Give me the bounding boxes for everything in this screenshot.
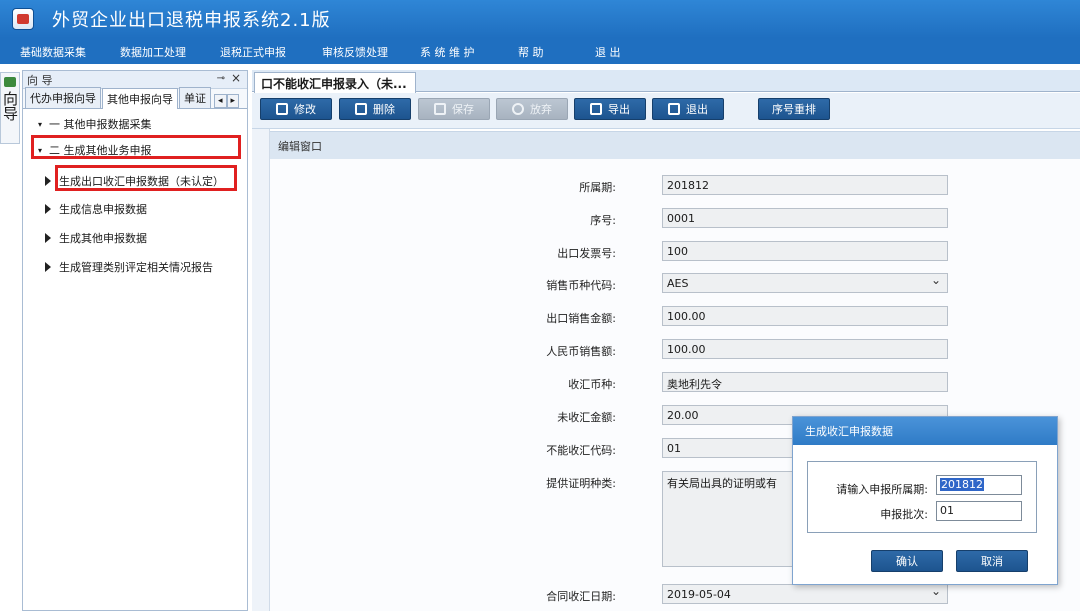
- trash-icon: [355, 103, 367, 115]
- highlight-box: [31, 135, 241, 159]
- edit-window-header: 编辑窗口: [270, 131, 1080, 159]
- guide-icon: [4, 77, 16, 87]
- edit-window-title: 编辑窗口: [278, 139, 322, 153]
- generate-receipt-dialog: 生成收汇申报数据 请输入申报所属期: 201812 申报批次: 01 确认 取消: [792, 416, 1058, 585]
- guide-side-tab-label: 向导: [1, 91, 19, 121]
- menu-bar: 基础数据采集 数据加工处理 退税正式申报 审核反馈处理 系 统 维 护 帮 助 …: [0, 38, 1080, 64]
- tab-scroll-right-icon[interactable]: ▸: [226, 94, 240, 108]
- period-field[interactable]: 201812: [662, 175, 948, 195]
- save-button-label: 保存: [452, 103, 474, 116]
- title-bar: 外贸企业出口退税申报系统2.1版: [0, 0, 1080, 38]
- export-amount-field[interactable]: 100.00: [662, 306, 948, 326]
- export-icon: [590, 103, 602, 115]
- edit-button-label: 修改: [294, 103, 316, 116]
- period-label: 所属期:: [579, 181, 616, 194]
- expand-triangle-icon: [45, 204, 51, 214]
- tree-node-label: 生成管理类别评定相关情况报告: [59, 261, 213, 274]
- edit-button[interactable]: 修改: [260, 98, 332, 120]
- app-title: 外贸企业出口退税申报系统2.1版: [52, 10, 331, 31]
- discard-button[interactable]: 放弃: [496, 98, 568, 120]
- exit-button-label: 退出: [686, 103, 708, 116]
- edit-icon: [276, 103, 288, 115]
- batch-label: 申报批次:: [880, 508, 928, 521]
- discard-button-label: 放弃: [530, 103, 552, 116]
- export-amount-label: 出口销售金额:: [546, 312, 616, 325]
- proof-type-label: 提供证明种类:: [546, 477, 616, 490]
- tab-documents[interactable]: 单证: [179, 87, 211, 108]
- batch-input[interactable]: 01: [936, 501, 1022, 521]
- exit-icon: [668, 103, 680, 115]
- export-button-label: 导出: [608, 103, 630, 116]
- guide-panel: 向 导 ⊸ × 代办申报向导 其他申报向导 单证 ◂ ▸ ▾ 一 其他申报数据采…: [22, 70, 248, 611]
- cancel-button[interactable]: 取消: [956, 550, 1028, 572]
- guide-tabs: 代办申报向导 其他申报向导 单证 ◂ ▸: [23, 87, 247, 109]
- serial-label: 序号:: [590, 214, 616, 227]
- document-tab-strip: 口不能收汇申报录入（未...: [252, 70, 1080, 93]
- app-logo-icon: [12, 8, 34, 30]
- menu-formal-declaration[interactable]: 退税正式申报: [220, 44, 286, 60]
- contract-date-select[interactable]: 2019-05-04: [662, 584, 948, 604]
- expand-triangle-icon: [45, 233, 51, 243]
- close-icon[interactable]: ×: [231, 71, 241, 85]
- tree-node-label: 一 其他申报数据采集: [49, 118, 152, 131]
- toolbar: 修改 删除 保存 放弃 导出 退出 序号重排: [252, 93, 1080, 129]
- contract-date-value: 2019-05-04: [667, 588, 731, 601]
- receipt-currency-field[interactable]: 奥地利先令: [662, 372, 948, 392]
- renumber-button-label: 序号重排: [772, 103, 816, 116]
- currency-code-label: 销售币种代码:: [546, 279, 616, 292]
- invoice-label: 出口发票号:: [557, 247, 616, 260]
- tab-agent-guide[interactable]: 代办申报向导: [25, 87, 101, 108]
- tab-unreceivable-entry[interactable]: 口不能收汇申报录入（未...: [254, 72, 416, 93]
- tree-node-label: 生成其他申报数据: [59, 232, 147, 245]
- contract-date-label: 合同收汇日期:: [546, 590, 616, 603]
- period-input[interactable]: 201812: [936, 475, 1022, 495]
- invoice-field[interactable]: 100: [662, 241, 948, 261]
- cancel-icon: [512, 103, 524, 115]
- rmb-amount-label: 人民币销售额:: [546, 345, 616, 358]
- unreceived-amount-label: 未收汇金额:: [557, 411, 616, 424]
- menu-exit[interactable]: 退 出: [595, 44, 621, 60]
- save-button[interactable]: 保存: [418, 98, 490, 120]
- expand-triangle-icon: [45, 262, 51, 272]
- serial-field[interactable]: 0001: [662, 208, 948, 228]
- menu-data-processing[interactable]: 数据加工处理: [120, 44, 186, 60]
- tree-node-label: 生成信息申报数据: [59, 203, 147, 216]
- tree-node-generate-other-data[interactable]: 生成其他申报数据: [45, 230, 147, 246]
- renumber-button[interactable]: 序号重排: [758, 98, 830, 120]
- currency-code-value: AES: [667, 277, 689, 290]
- tab-other-guide[interactable]: 其他申报向导: [102, 88, 178, 109]
- rmb-amount-field[interactable]: 100.00: [662, 339, 948, 359]
- currency-code-select[interactable]: AES: [662, 273, 948, 293]
- menu-help[interactable]: 帮 助: [518, 44, 544, 60]
- editor-left-strip: [252, 129, 270, 611]
- tree-node-generate-category-report[interactable]: 生成管理类别评定相关情况报告: [45, 259, 213, 275]
- collapse-icon[interactable]: ▾: [35, 120, 45, 129]
- period-input-value: 201812: [940, 478, 984, 491]
- guide-panel-title: 向 导: [27, 73, 53, 87]
- expand-triangle-icon: [45, 176, 51, 186]
- exit-button[interactable]: 退出: [652, 98, 724, 120]
- guide-side-tab[interactable]: 向导: [0, 72, 20, 144]
- receipt-currency-label: 收汇币种:: [568, 378, 616, 391]
- menu-basic-data[interactable]: 基础数据采集: [20, 44, 86, 60]
- menu-system-maintenance[interactable]: 系 统 维 护: [420, 44, 475, 60]
- delete-button[interactable]: 删除: [339, 98, 411, 120]
- pin-icon[interactable]: ⊸: [217, 73, 225, 84]
- dialog-title: 生成收汇申报数据: [793, 417, 1057, 445]
- save-icon: [434, 103, 446, 115]
- tab-scroll-left-icon[interactable]: ◂: [214, 94, 227, 108]
- dialog-body: 请输入申报所属期: 201812 申报批次: 01: [807, 461, 1037, 533]
- delete-button-label: 删除: [373, 103, 395, 116]
- confirm-button[interactable]: 确认: [871, 550, 943, 572]
- tree-node-other-data-collection[interactable]: ▾ 一 其他申报数据采集: [35, 116, 152, 132]
- menu-review-feedback[interactable]: 审核反馈处理: [322, 44, 388, 60]
- period-prompt-label: 请输入申报所属期:: [836, 483, 928, 496]
- highlight-box: [55, 165, 237, 191]
- export-button[interactable]: 导出: [574, 98, 646, 120]
- tree-node-generate-info-data[interactable]: 生成信息申报数据: [45, 201, 147, 217]
- unreceivable-code-label: 不能收汇代码:: [546, 444, 616, 457]
